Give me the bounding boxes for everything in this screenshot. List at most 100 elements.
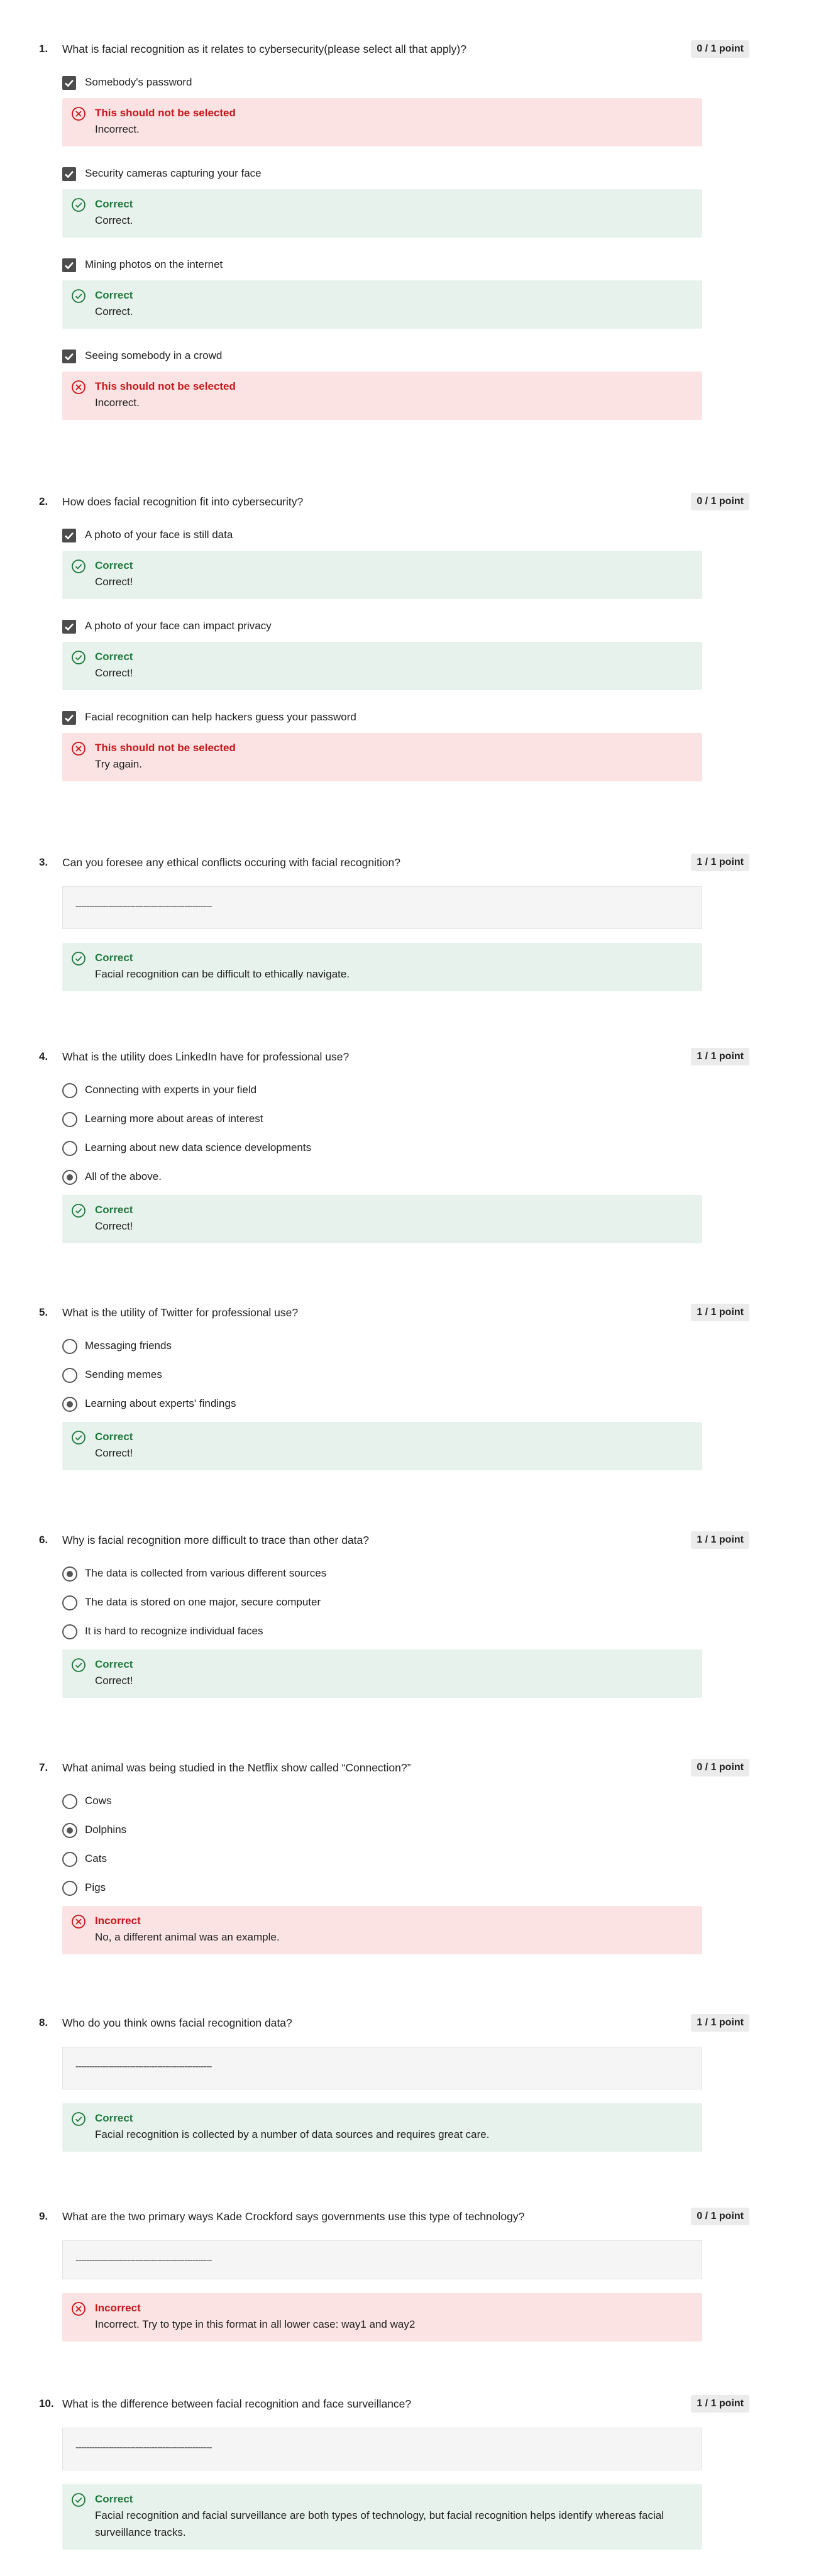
radio-unselected-icon[interactable] (62, 1852, 77, 1867)
checkbox-option[interactable]: Mining photos on the internet (62, 251, 749, 280)
checkbox-option[interactable]: A photo of your face is still data (62, 522, 749, 551)
radio-option[interactable]: Pigs (62, 1874, 749, 1903)
radio-option[interactable]: The data is collected from various diffe… (62, 1560, 749, 1589)
feedback-correct: Correct Correct! (62, 1649, 702, 1698)
feedback-incorrect: This should not be selected Incorrect. (62, 372, 702, 420)
x-circle-icon (72, 107, 85, 121)
radio-option[interactable]: All of the above. (62, 1164, 749, 1192)
answer-text: ----------------------------------------… (75, 2061, 212, 2072)
radio-option[interactable]: Connecting with experts in your field (62, 1077, 749, 1106)
answer-text: ----------------------------------------… (75, 901, 212, 911)
option-label: Facial recognition can help hackers gues… (85, 711, 356, 723)
feedback-title: Correct (95, 1431, 133, 1443)
feedback-title: This should not be selected (95, 380, 236, 392)
radio-unselected-icon[interactable] (62, 1083, 77, 1098)
radio-selected-icon[interactable] (62, 1170, 77, 1185)
checkbox-option[interactable]: A photo of your face can impact privacy (62, 613, 749, 642)
radio-option[interactable]: Messaging friends (62, 1333, 749, 1362)
feedback-incorrect: Incorrect No, a different animal was an … (62, 1906, 702, 1954)
radio-selected-icon[interactable] (62, 1566, 77, 1582)
radio-unselected-icon[interactable] (62, 1141, 77, 1156)
checked-checkbox-icon[interactable] (62, 76, 76, 90)
radio-option[interactable]: Learning more about areas of interest (62, 1106, 749, 1135)
check-circle-icon (72, 2493, 85, 2507)
text-answer-field[interactable]: ----------------------------------------… (62, 2240, 702, 2279)
question-8: 8. Who do you think owns facial recognit… (39, 2013, 749, 2152)
question-number: 7. (39, 1761, 48, 1773)
radio-option[interactable]: Learning about new data science developm… (62, 1135, 749, 1164)
checked-checkbox-icon[interactable] (62, 258, 76, 272)
check-circle-icon (72, 1431, 85, 1445)
question-number: 9. (39, 2210, 48, 2222)
checked-checkbox-icon[interactable] (62, 167, 76, 181)
question-6: 6. Why is facial recognition more diffic… (39, 1530, 749, 1698)
feedback-correct: Correct Facial recognition is collected … (62, 2103, 702, 2152)
question-text: What are the two primary ways Kade Crock… (62, 2210, 525, 2223)
radio-option[interactable]: Learning about experts' findings (62, 1390, 749, 1419)
radio-unselected-icon[interactable] (62, 1368, 77, 1383)
checked-checkbox-icon[interactable] (62, 350, 76, 363)
check-circle-icon (72, 559, 85, 573)
answer-text: ----------------------------------------… (75, 2442, 212, 2453)
radio-option[interactable]: Cows (62, 1788, 749, 1817)
checked-checkbox-icon[interactable] (62, 529, 76, 542)
option-label: Learning more about areas of interest (85, 1113, 263, 1125)
x-circle-icon (72, 380, 85, 394)
text-answer-field[interactable]: ----------------------------------------… (62, 2047, 702, 2089)
radio-unselected-icon[interactable] (62, 1339, 77, 1354)
checkbox-option[interactable]: Seeing somebody in a crowd (62, 343, 749, 372)
question-10: 10. What is the difference between facia… (39, 2394, 749, 2550)
radio-selected-icon[interactable] (62, 1397, 77, 1412)
score-badge: 0 / 1 point (691, 493, 749, 510)
text-answer-field[interactable]: ----------------------------------------… (62, 2428, 702, 2470)
feedback-title: Correct (95, 1204, 133, 1216)
feedback-text: Incorrect. (95, 397, 140, 409)
checkbox-option[interactable]: Somebody's password (62, 69, 749, 98)
feedback-title: This should not be selected (95, 742, 236, 754)
radio-selected-icon[interactable] (62, 1823, 77, 1838)
option-label: Learning about experts' findings (85, 1397, 236, 1409)
question-text: What is the utility of Twitter for profe… (62, 1306, 299, 1319)
feedback-title: Incorrect (95, 1915, 141, 1927)
radio-option[interactable]: Cats (62, 1846, 749, 1874)
question-number: 8. (39, 2017, 48, 2028)
radio-unselected-icon[interactable] (62, 1881, 77, 1896)
checked-checkbox-icon[interactable] (62, 711, 76, 725)
feedback-title: Correct (95, 1658, 133, 1670)
question-9: 9. What are the two primary ways Kade Cr… (39, 2206, 749, 2342)
feedback-title: This should not be selected (95, 107, 236, 119)
radio-unselected-icon[interactable] (62, 1624, 77, 1639)
check-circle-icon (72, 2112, 85, 2126)
text-answer-field[interactable]: ----------------------------------------… (62, 886, 702, 929)
answer-text: ----------------------------------------… (75, 2255, 212, 2265)
radio-option[interactable]: It is hard to recognize individual faces (62, 1618, 749, 1647)
feedback-title: Correct (95, 651, 133, 663)
option-label: Somebody's password (85, 76, 192, 88)
question-text: What animal was being studied in the Net… (62, 1761, 411, 1774)
feedback-text: Correct! (95, 576, 133, 588)
checkbox-option[interactable]: Security cameras capturing your face (62, 160, 749, 189)
feedback-correct: Correct Correct! (62, 1195, 702, 1243)
checkbox-option[interactable]: Facial recognition can help hackers gues… (62, 704, 749, 733)
radio-option[interactable]: Sending memes (62, 1362, 749, 1390)
question-number: 5. (39, 1306, 48, 1318)
score-badge: 1 / 1 point (691, 1304, 749, 1321)
option-label: The data is collected from various diffe… (85, 1567, 327, 1579)
check-circle-icon (72, 651, 85, 664)
question-text: Why is facial recognition more difficult… (62, 1534, 369, 1546)
score-badge: 1 / 1 point (691, 1531, 749, 1549)
checked-checkbox-icon[interactable] (62, 620, 76, 634)
radio-unselected-icon[interactable] (62, 1595, 77, 1610)
question-text: Can you foresee any ethical conflicts oc… (62, 856, 400, 869)
feedback-title: Correct (95, 198, 133, 210)
radio-unselected-icon[interactable] (62, 1794, 77, 1809)
question-number: 1. (39, 43, 48, 55)
radio-option[interactable]: Dolphins (62, 1817, 749, 1846)
option-label: Learning about new data science developm… (85, 1142, 312, 1153)
radio-option[interactable]: The data is stored on one major, secure … (62, 1589, 749, 1618)
question-7: 7. What animal was being studied in the … (39, 1758, 749, 1954)
radio-unselected-icon[interactable] (62, 1112, 77, 1127)
question-4: 4. What is the utility does LinkedIn hav… (39, 1047, 749, 1243)
feedback-incorrect: This should not be selected Try again. (62, 733, 702, 781)
option-label: The data is stored on one major, secure … (85, 1596, 321, 1608)
